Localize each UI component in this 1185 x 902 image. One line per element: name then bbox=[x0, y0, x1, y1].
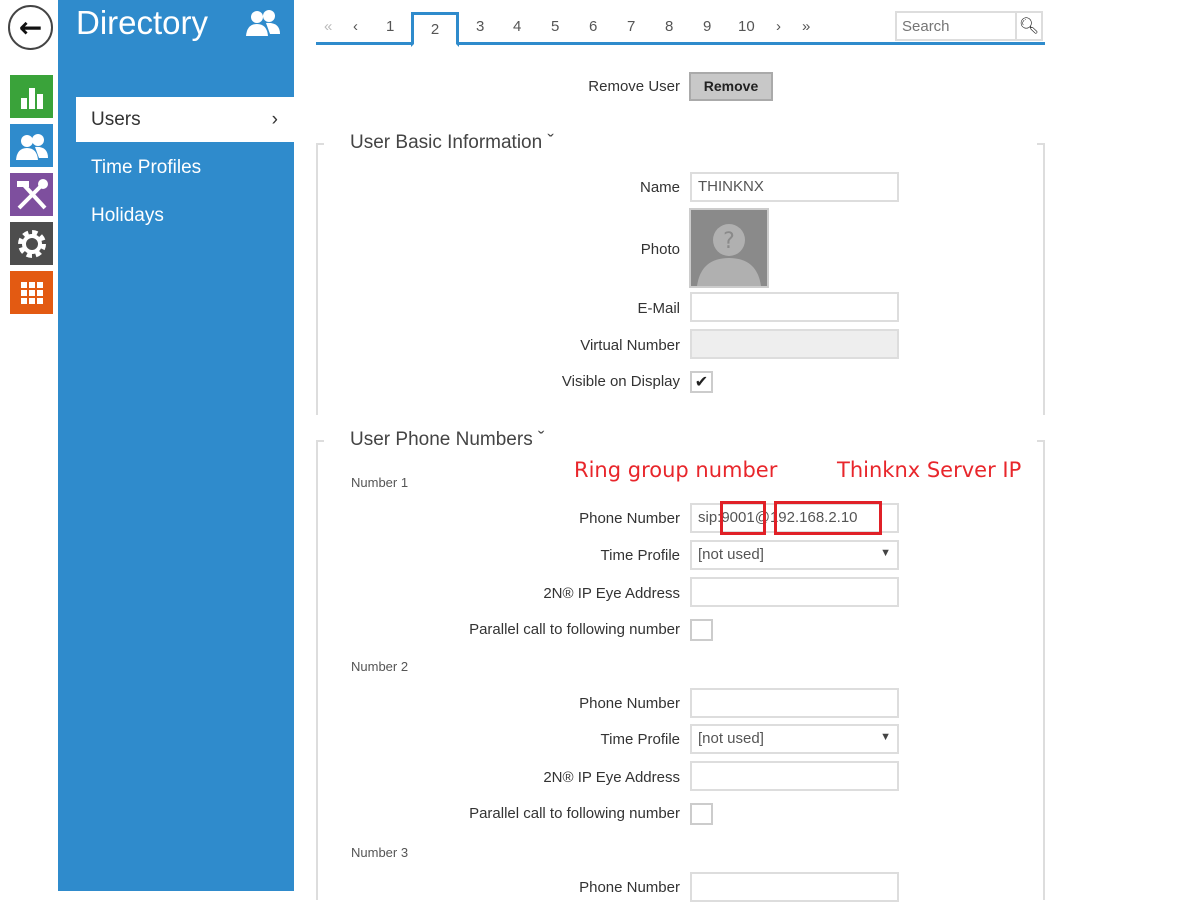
sidebar-item-label: Holidays bbox=[91, 205, 164, 226]
time-profile-label: Time Profile bbox=[600, 731, 680, 748]
page-6[interactable]: 6 bbox=[589, 18, 597, 35]
number-1-title: Number 1 bbox=[351, 475, 409, 490]
number-2-title: Number 2 bbox=[351, 659, 409, 674]
back-button[interactable]: ← bbox=[8, 5, 53, 50]
last-page-button[interactable]: » bbox=[802, 18, 810, 35]
ip-eye-label: 2N® IP Eye Address bbox=[543, 769, 680, 786]
sidebar-title: Directory bbox=[76, 4, 209, 41]
parallel-call-label: Parallel call to following number bbox=[469, 805, 680, 822]
phone-number-label: Phone Number bbox=[579, 510, 680, 527]
page-1[interactable]: 1 bbox=[386, 18, 394, 35]
virtual-number-input[interactable] bbox=[690, 329, 899, 359]
directory-module-button[interactable] bbox=[10, 124, 53, 167]
time-profile-label: Time Profile bbox=[600, 547, 680, 564]
server-ip-annotation: Thinknx Server IP bbox=[837, 458, 1022, 482]
visible-on-display-checkbox[interactable]: ✔ bbox=[690, 371, 713, 393]
phone-number-2-input[interactable] bbox=[690, 688, 899, 718]
hardware-module-button[interactable] bbox=[10, 173, 53, 216]
system-module-button[interactable] bbox=[10, 222, 53, 265]
page-9[interactable]: 9 bbox=[703, 18, 711, 35]
services-module-button[interactable] bbox=[10, 271, 53, 314]
page-7[interactable]: 7 bbox=[627, 18, 635, 35]
number-3-title: Number 3 bbox=[351, 845, 409, 860]
phone-number-label: Phone Number bbox=[579, 879, 680, 896]
basic-info-section bbox=[316, 143, 1045, 415]
remove-button[interactable]: Remove bbox=[689, 72, 773, 101]
ip-eye-label: 2N® IP Eye Address bbox=[543, 585, 680, 602]
sidebar: Directory Users › Time Profiles Holidays bbox=[58, 0, 294, 891]
photo-placeholder[interactable]: ? bbox=[689, 208, 769, 288]
prev-page-button[interactable]: ‹ bbox=[353, 18, 358, 35]
gear-icon bbox=[17, 229, 46, 258]
phone-number-label: Phone Number bbox=[579, 695, 680, 712]
status-module-button[interactable] bbox=[10, 75, 53, 118]
bar-chart-icon bbox=[20, 87, 43, 109]
parallel-call-2-checkbox[interactable] bbox=[690, 803, 713, 825]
ip-eye-1-input[interactable] bbox=[690, 577, 899, 607]
sidebar-item-time-profiles[interactable]: Time Profiles bbox=[76, 145, 294, 190]
visible-on-display-label: Visible on Display bbox=[561, 373, 680, 390]
basic-info-title[interactable]: User Basic Information ˇ bbox=[350, 132, 558, 154]
avatar-unknown-icon: ? bbox=[697, 224, 761, 286]
parallel-call-1-checkbox[interactable] bbox=[690, 619, 713, 641]
page-10[interactable]: 10 bbox=[738, 18, 755, 35]
photo-label: Photo bbox=[640, 241, 680, 258]
ring-group-annotation: Ring group number bbox=[574, 458, 778, 482]
ip-eye-2-input[interactable] bbox=[690, 761, 899, 791]
remove-user-label: Remove User bbox=[588, 78, 680, 95]
search-icon[interactable]: 🔍︎ bbox=[1015, 13, 1041, 39]
next-page-button[interactable]: › bbox=[776, 18, 781, 35]
tools-icon bbox=[16, 178, 48, 209]
phone-number-3-input[interactable] bbox=[690, 872, 899, 902]
users-icon bbox=[246, 10, 280, 36]
name-label: Name bbox=[639, 179, 680, 196]
users-icon bbox=[15, 133, 48, 160]
svg-text:?: ? bbox=[723, 229, 735, 254]
virtual-number-label: Virtual Number bbox=[580, 337, 680, 354]
phone-numbers-title[interactable]: User Phone Numbers ˇ bbox=[350, 429, 549, 451]
page-3[interactable]: 3 bbox=[476, 18, 484, 35]
server-ip-highlight bbox=[774, 501, 882, 535]
email-label: E-Mail bbox=[637, 300, 680, 317]
sidebar-item-label: Users bbox=[91, 109, 141, 130]
search-input[interactable] bbox=[897, 13, 1015, 39]
time-profile-2-select[interactable]: [not used] bbox=[690, 724, 899, 754]
page-4[interactable]: 4 bbox=[513, 18, 521, 35]
page-8[interactable]: 8 bbox=[665, 18, 673, 35]
first-page-button[interactable]: « bbox=[324, 18, 332, 35]
grid-icon bbox=[20, 281, 43, 304]
search-box: 🔍︎ bbox=[895, 11, 1043, 41]
chevron-right-icon: › bbox=[271, 109, 278, 130]
parallel-call-label: Parallel call to following number bbox=[469, 621, 680, 638]
checkmark-icon: ✔ bbox=[694, 372, 709, 391]
sidebar-item-holidays[interactable]: Holidays bbox=[76, 193, 294, 238]
page-2[interactable]: 2 bbox=[411, 12, 459, 47]
ring-group-highlight bbox=[720, 501, 766, 535]
phone-numbers-section bbox=[316, 440, 1045, 900]
arrow-left-icon: ← bbox=[18, 11, 43, 44]
name-input[interactable]: THINKNX bbox=[690, 172, 899, 202]
page-5[interactable]: 5 bbox=[551, 18, 559, 35]
email-input[interactable] bbox=[690, 292, 899, 322]
time-profile-1-select[interactable]: [not used] bbox=[690, 540, 899, 570]
sidebar-item-label: Time Profiles bbox=[91, 157, 202, 178]
sidebar-item-users[interactable]: Users › bbox=[76, 97, 294, 142]
